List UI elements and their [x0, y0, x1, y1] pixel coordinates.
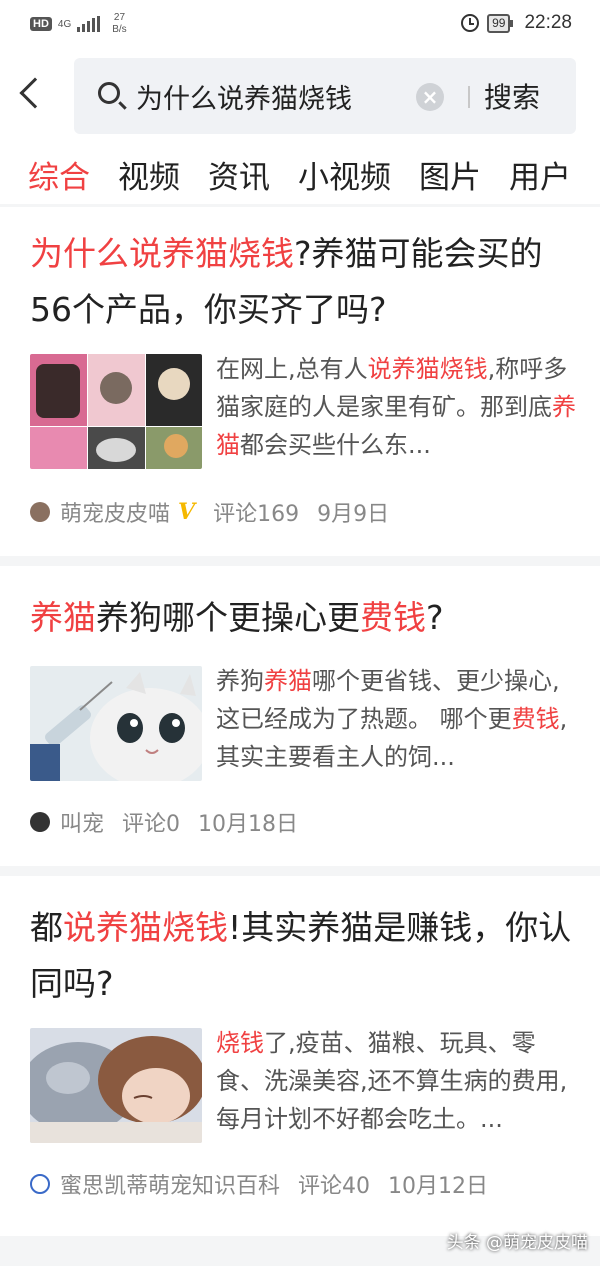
hd-indicator: HD: [30, 17, 52, 31]
back-arrow-icon[interactable]: [19, 77, 51, 109]
tab-images[interactable]: 图片: [419, 152, 481, 202]
article-meta: 叫宠 评论0 10月18日: [30, 806, 316, 838]
net-speed-value: 27: [113, 12, 126, 23]
tab-video[interactable]: 视频: [118, 152, 180, 202]
clear-icon[interactable]: ×: [416, 83, 444, 111]
article-separator: [0, 556, 600, 566]
status-bar: HD 4G 27 B/s 99 22:28: [0, 0, 600, 50]
search-box[interactable]: 为什么说养猫烧钱 × 搜索: [74, 58, 576, 134]
article-snippet: 在网上,总有人说养猫烧钱,称呼多猫家庭的人是家里有矿。那到底养猫都会买些什么东.…: [216, 355, 576, 459]
comment-count: 评论40: [298, 1174, 371, 1199]
author-name[interactable]: 叫宠: [60, 806, 104, 838]
tab-users[interactable]: 用户: [509, 152, 571, 202]
battery-icon: 99: [487, 13, 514, 33]
article-snippet: 养狗养猫哪个更省钱、更少操心,这已经成为了热题。 哪个更费钱,其实主要看主人的饲…: [216, 667, 568, 771]
alarm-clock-icon: [461, 14, 480, 32]
watermark: 头条 @萌宠皮皮喵: [446, 1233, 588, 1253]
article-meta: 蜜思凯蒂萌宠知识百科 评论40 10月12日: [30, 1168, 506, 1200]
search-input[interactable]: 为什么说养猫烧钱: [136, 77, 352, 116]
article-thumbnail[interactable]: [30, 666, 202, 781]
net-speed: 27 B/s: [112, 12, 126, 36]
article-meta: 萌宠皮皮喵 V 评论169 9月9日: [30, 496, 407, 528]
article-separator: [0, 866, 600, 876]
author-avatar: [30, 502, 50, 522]
article-thumbnail[interactable]: [30, 1028, 202, 1143]
signal-icon: [77, 16, 101, 32]
search-button[interactable]: 搜索: [484, 76, 540, 116]
publish-date: 10月12日: [388, 1174, 489, 1199]
tab-separator: [0, 204, 600, 207]
search-row: 为什么说养猫烧钱 × 搜索: [0, 58, 600, 136]
tab-short-video[interactable]: 小视频: [298, 152, 391, 202]
tab-news[interactable]: 资讯: [208, 152, 270, 202]
net-speed-unit: B/s: [112, 24, 127, 35]
publish-date: 10月18日: [198, 812, 299, 837]
article-card[interactable]: 为什么说养猫烧钱?养猫可能会买的56个产品，你买齐了吗? 在网上,总有人说养猫烧…: [0, 210, 600, 555]
author-name[interactable]: 萌宠皮皮喵: [60, 496, 170, 528]
comment-count: 评论0: [122, 812, 181, 837]
article-title[interactable]: 都说养猫烧钱!其实养猫是赚钱，你认同吗?: [30, 900, 575, 1012]
tab-all[interactable]: 综合: [28, 152, 90, 202]
article-snippet: 烧钱了,疫苗、猫粮、玩具、零食、洗澡美容,还不算生病的费用,每月计划不好都会吃土…: [216, 1029, 568, 1133]
article-thumbnail[interactable]: [30, 354, 202, 469]
article-card[interactable]: 都说养猫烧钱!其实养猫是赚钱，你认同吗? 烧钱了,疫苗、猫粮、玩具、零食、洗澡美…: [0, 876, 600, 1236]
comment-count: 评论169: [213, 502, 300, 527]
publish-date: 9月9日: [317, 502, 390, 527]
author-avatar: [30, 812, 50, 832]
status-time: 22:28: [524, 12, 572, 33]
tab-bar: 综合 视频 资讯 小视频 图片 用户: [28, 152, 588, 202]
search-divider: [468, 86, 470, 108]
article-title[interactable]: 为什么说养猫烧钱?养猫可能会买的56个产品，你买齐了吗?: [30, 226, 575, 338]
author-avatar: [30, 1174, 50, 1194]
search-icon: [98, 82, 120, 104]
verified-icon: V: [178, 499, 196, 525]
author-name[interactable]: 蜜思凯蒂萌宠知识百科: [60, 1168, 280, 1200]
article-card[interactable]: 养猫养狗哪个更操心更费钱? 养狗养猫哪个更省钱、更少操心,这已经成为了热题。 哪…: [0, 566, 600, 866]
article-title[interactable]: 养猫养狗哪个更操心更费钱?: [30, 590, 575, 646]
network-type-label: 4G: [57, 18, 72, 30]
